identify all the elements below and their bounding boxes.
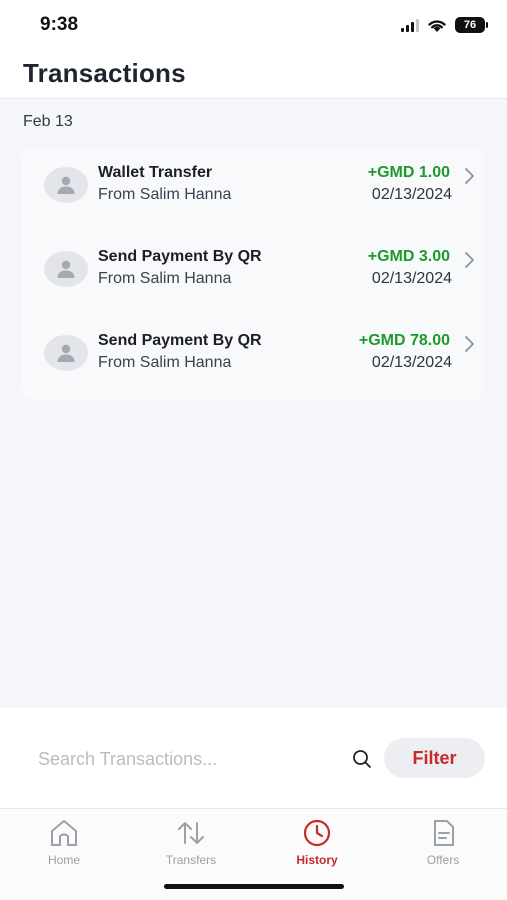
tab-history[interactable]: History [267,817,367,871]
status-icons: 76 [401,17,488,33]
transaction-amount: +GMD 1.00 [367,164,450,181]
user-icon [57,176,75,194]
chevron-right-icon [465,168,474,184]
transaction-amount: +GMD 3.00 [367,248,450,265]
transfers-icon [178,822,204,844]
date-group-header: Feb 13 [23,113,73,130]
tab-label: Transfers [165,853,217,867]
status-bar: 9:38 76 [0,0,507,52]
transaction-date: 02/13/2024 [371,270,452,287]
transaction-title: Send Payment By QR [98,248,262,265]
chevron-right-icon [465,252,474,268]
transaction-row[interactable]: Send Payment By QR From Salim Hanna +GMD… [22,231,484,315]
transactions-content[interactable]: Feb 13 Wallet Transfer From Salim Hanna … [0,99,507,708]
page-header: Transactions [0,52,507,99]
user-icon [57,260,75,278]
tab-transfers[interactable]: Transfers [141,817,241,871]
offers-icon [434,820,454,846]
avatar [44,251,88,287]
transaction-title: Wallet Transfer [98,164,213,181]
tab-label: Offers [426,853,460,867]
tab-offers[interactable]: Offers [393,817,493,871]
search-bar: Filter [0,708,507,808]
transaction-list: Wallet Transfer From Salim Hanna +GMD 1.… [22,147,484,399]
search-input[interactable] [26,744,326,774]
transaction-sender: From Salim Hanna [98,186,232,203]
avatar [44,335,88,371]
user-icon [57,344,75,362]
home-indicator [164,884,344,889]
page-title: Transactions [23,58,186,88]
tab-home[interactable]: Home [14,817,114,871]
transaction-row[interactable]: Send Payment By QR From Salim Hanna +GMD… [22,315,484,399]
tab-label: History [296,853,338,867]
battery-level: 76 [463,19,477,31]
status-time: 9:38 [40,14,79,35]
transaction-title: Send Payment By QR [98,332,262,349]
history-icon [303,819,331,847]
transaction-date: 02/13/2024 [371,354,452,371]
transaction-row[interactable]: Wallet Transfer From Salim Hanna +GMD 1.… [22,147,484,231]
wifi-icon [428,19,446,32]
home-icon [51,820,77,846]
transaction-sender: From Salim Hanna [98,354,232,371]
transaction-amount: +GMD 78.00 [358,332,450,349]
cellular-signal-icon [401,18,419,32]
filter-button[interactable]: Filter [384,738,485,778]
battery-icon: 76 [455,17,488,33]
tab-label: Home [47,853,80,867]
avatar [44,167,88,203]
search-icon[interactable] [351,748,373,770]
transaction-date: 02/13/2024 [371,186,452,203]
transaction-sender: From Salim Hanna [98,270,232,287]
chevron-right-icon [465,336,474,352]
